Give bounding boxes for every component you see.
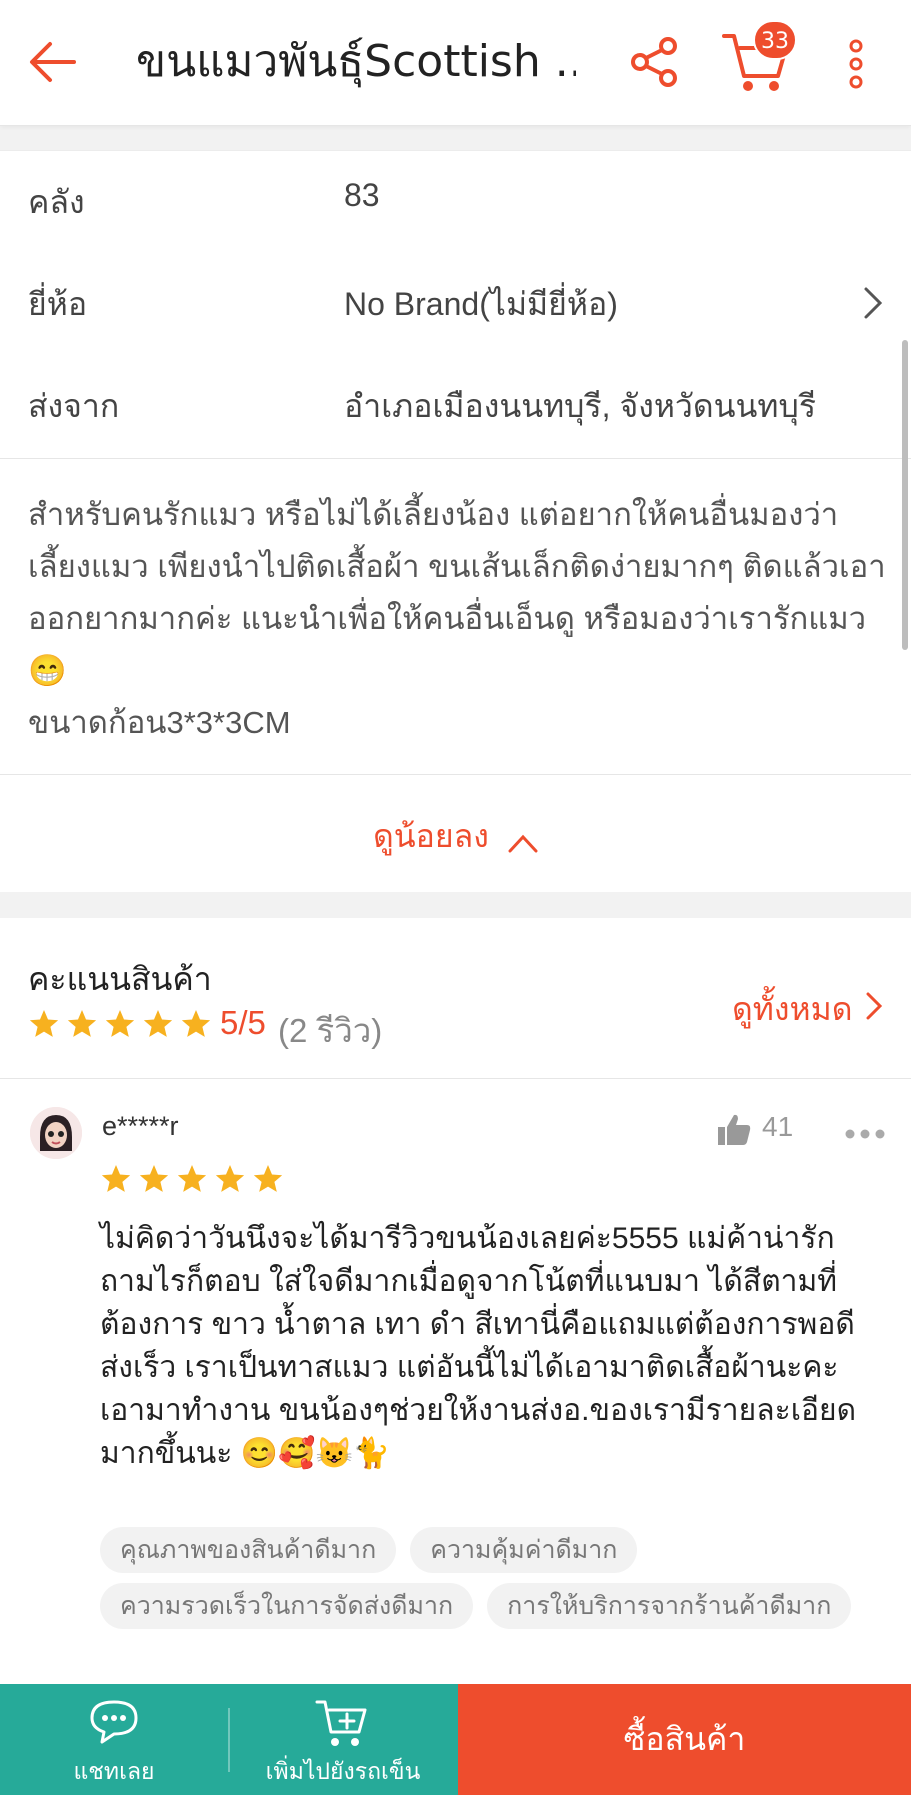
description-text: สำหรับคนรักแมว หรือไม่ได้เลี้ยงน้อง แต่อ… bbox=[28, 489, 890, 749]
spec-row-stock: คลัง 83 bbox=[0, 151, 911, 251]
spec-label: ส่งจาก bbox=[28, 388, 120, 424]
reviewer-name: e*****r bbox=[102, 1111, 179, 1141]
chevron-up-icon bbox=[508, 833, 538, 853]
description-body: สำหรับคนรักแมว หรือไม่ได้เลี้ยงน้อง แต่อ… bbox=[28, 497, 886, 688]
spec-value: No Brand(ไม่มียี่ห้อ) bbox=[344, 286, 618, 322]
spec-row-brand[interactable]: ยี่ห้อ No Brand(ไม่มียี่ห้อ) bbox=[0, 253, 911, 353]
add-to-cart-label: เพิ่มไปยังรถเข็น bbox=[265, 1758, 421, 1784]
chat-now-button[interactable]: แชทเลย bbox=[0, 1684, 228, 1795]
scroll-content: คลัง 83 ยี่ห้อ No Brand(ไม่มียี่ห้อ) ส่ง… bbox=[0, 126, 911, 1684]
avatar[interactable] bbox=[30, 1107, 82, 1159]
rating-heading: คะแนนสินค้า bbox=[28, 961, 212, 997]
rating-count: (2 รีวิว) bbox=[278, 1012, 383, 1049]
page-title: ขนแมวพันธุ์Scottish ... bbox=[136, 36, 576, 87]
description-size: ขนาดก้อน3*3*3CM bbox=[28, 705, 291, 740]
chat-label: แชทเลย bbox=[73, 1758, 155, 1784]
rating-score: 5/5 bbox=[220, 1004, 266, 1041]
star-icon bbox=[105, 1010, 135, 1037]
star-icon bbox=[29, 1010, 59, 1037]
star-icon bbox=[177, 1165, 207, 1192]
thumbs-up-icon[interactable] bbox=[716, 1113, 752, 1147]
back-arrow-icon[interactable] bbox=[24, 30, 88, 94]
button-divider bbox=[228, 1708, 230, 1772]
rating-stars bbox=[28, 1008, 212, 1044]
chevron-right-icon bbox=[858, 285, 888, 321]
add-to-cart-button[interactable]: เพิ่มไปยังรถเข็น bbox=[228, 1684, 458, 1795]
product-rating-summary: คะแนนสินค้า 5/5 (2 รีวิว) ดูทั้งหมด bbox=[0, 918, 911, 1078]
review-text: ไม่คิดว่าวันนึงจะได้มารีวิวขนน้องเลยค่ะ5… bbox=[100, 1222, 857, 1470]
top-app-bar: ขนแมวพันธุ์Scottish ... 33 bbox=[0, 0, 911, 126]
star-icon bbox=[67, 1010, 97, 1037]
star-icon bbox=[181, 1010, 211, 1037]
see-all-reviews-link[interactable]: ดูทั้งหมด bbox=[732, 984, 852, 1035]
spec-value: อำเภอเมืองนนทบุรี, จังหวัดนนทบุรี bbox=[344, 388, 816, 424]
spec-value: 83 bbox=[344, 177, 380, 213]
review-tag: การให้บริการจากร้านค้าดีมาก bbox=[487, 1583, 852, 1629]
share-icon[interactable] bbox=[622, 30, 686, 94]
spec-label: ยี่ห้อ bbox=[28, 286, 88, 322]
review-stars bbox=[100, 1163, 284, 1195]
star-icon bbox=[253, 1165, 283, 1192]
review-tag: ความคุ้มค่าดีมาก bbox=[410, 1527, 638, 1573]
product-description: สำหรับคนรักแมว หรือไม่ได้เลี้ยงน้อง แต่อ… bbox=[0, 458, 911, 776]
scrollbar[interactable] bbox=[902, 340, 908, 650]
collapse-description-button[interactable]: ดูน้อยลง bbox=[0, 774, 911, 892]
more-horizontal-icon[interactable] bbox=[844, 1125, 886, 1139]
bottom-action-bar: แชทเลย เพิ่มไปยังรถเข็น ซื้อสินค้า bbox=[0, 1684, 911, 1795]
chevron-right-icon bbox=[864, 990, 886, 1022]
chat-bubble-icon bbox=[84, 1696, 144, 1750]
star-icon bbox=[215, 1165, 245, 1192]
star-icon bbox=[101, 1165, 131, 1192]
star-icon bbox=[139, 1165, 169, 1192]
buy-now-button[interactable]: ซื้อสินค้า bbox=[458, 1684, 911, 1795]
like-count: 41 bbox=[762, 1111, 794, 1142]
review-tag: ความรวดเร็วในการจัดส่งดีมาก bbox=[100, 1583, 474, 1629]
cart-count-badge: 33 bbox=[753, 20, 797, 60]
review-item: e*****r 41 ไม่คิดว่าวันนึงจะได้มารีวิวขน… bbox=[0, 1078, 911, 1684]
cart-plus-icon bbox=[313, 1696, 373, 1750]
review-tags: คุณภาพของสินค้าดีมาก ความคุ้มค่าดีมากความ… bbox=[100, 1527, 880, 1639]
product-page: ขนแมวพันธุ์Scottish ... 33 คลัง 83 ยี่ห้… bbox=[0, 0, 911, 1795]
more-vertical-icon[interactable] bbox=[838, 34, 874, 94]
collapse-label: ดูน้อยลง bbox=[373, 818, 489, 854]
review-tag: คุณภาพของสินค้าดีมาก bbox=[100, 1527, 397, 1573]
spec-label: คลัง bbox=[28, 184, 85, 220]
star-icon bbox=[143, 1010, 173, 1037]
spec-row-ship-from: ส่งจาก อำเภอเมืองนนทบุรี, จังหวัดนนทบุรี bbox=[0, 355, 911, 455]
